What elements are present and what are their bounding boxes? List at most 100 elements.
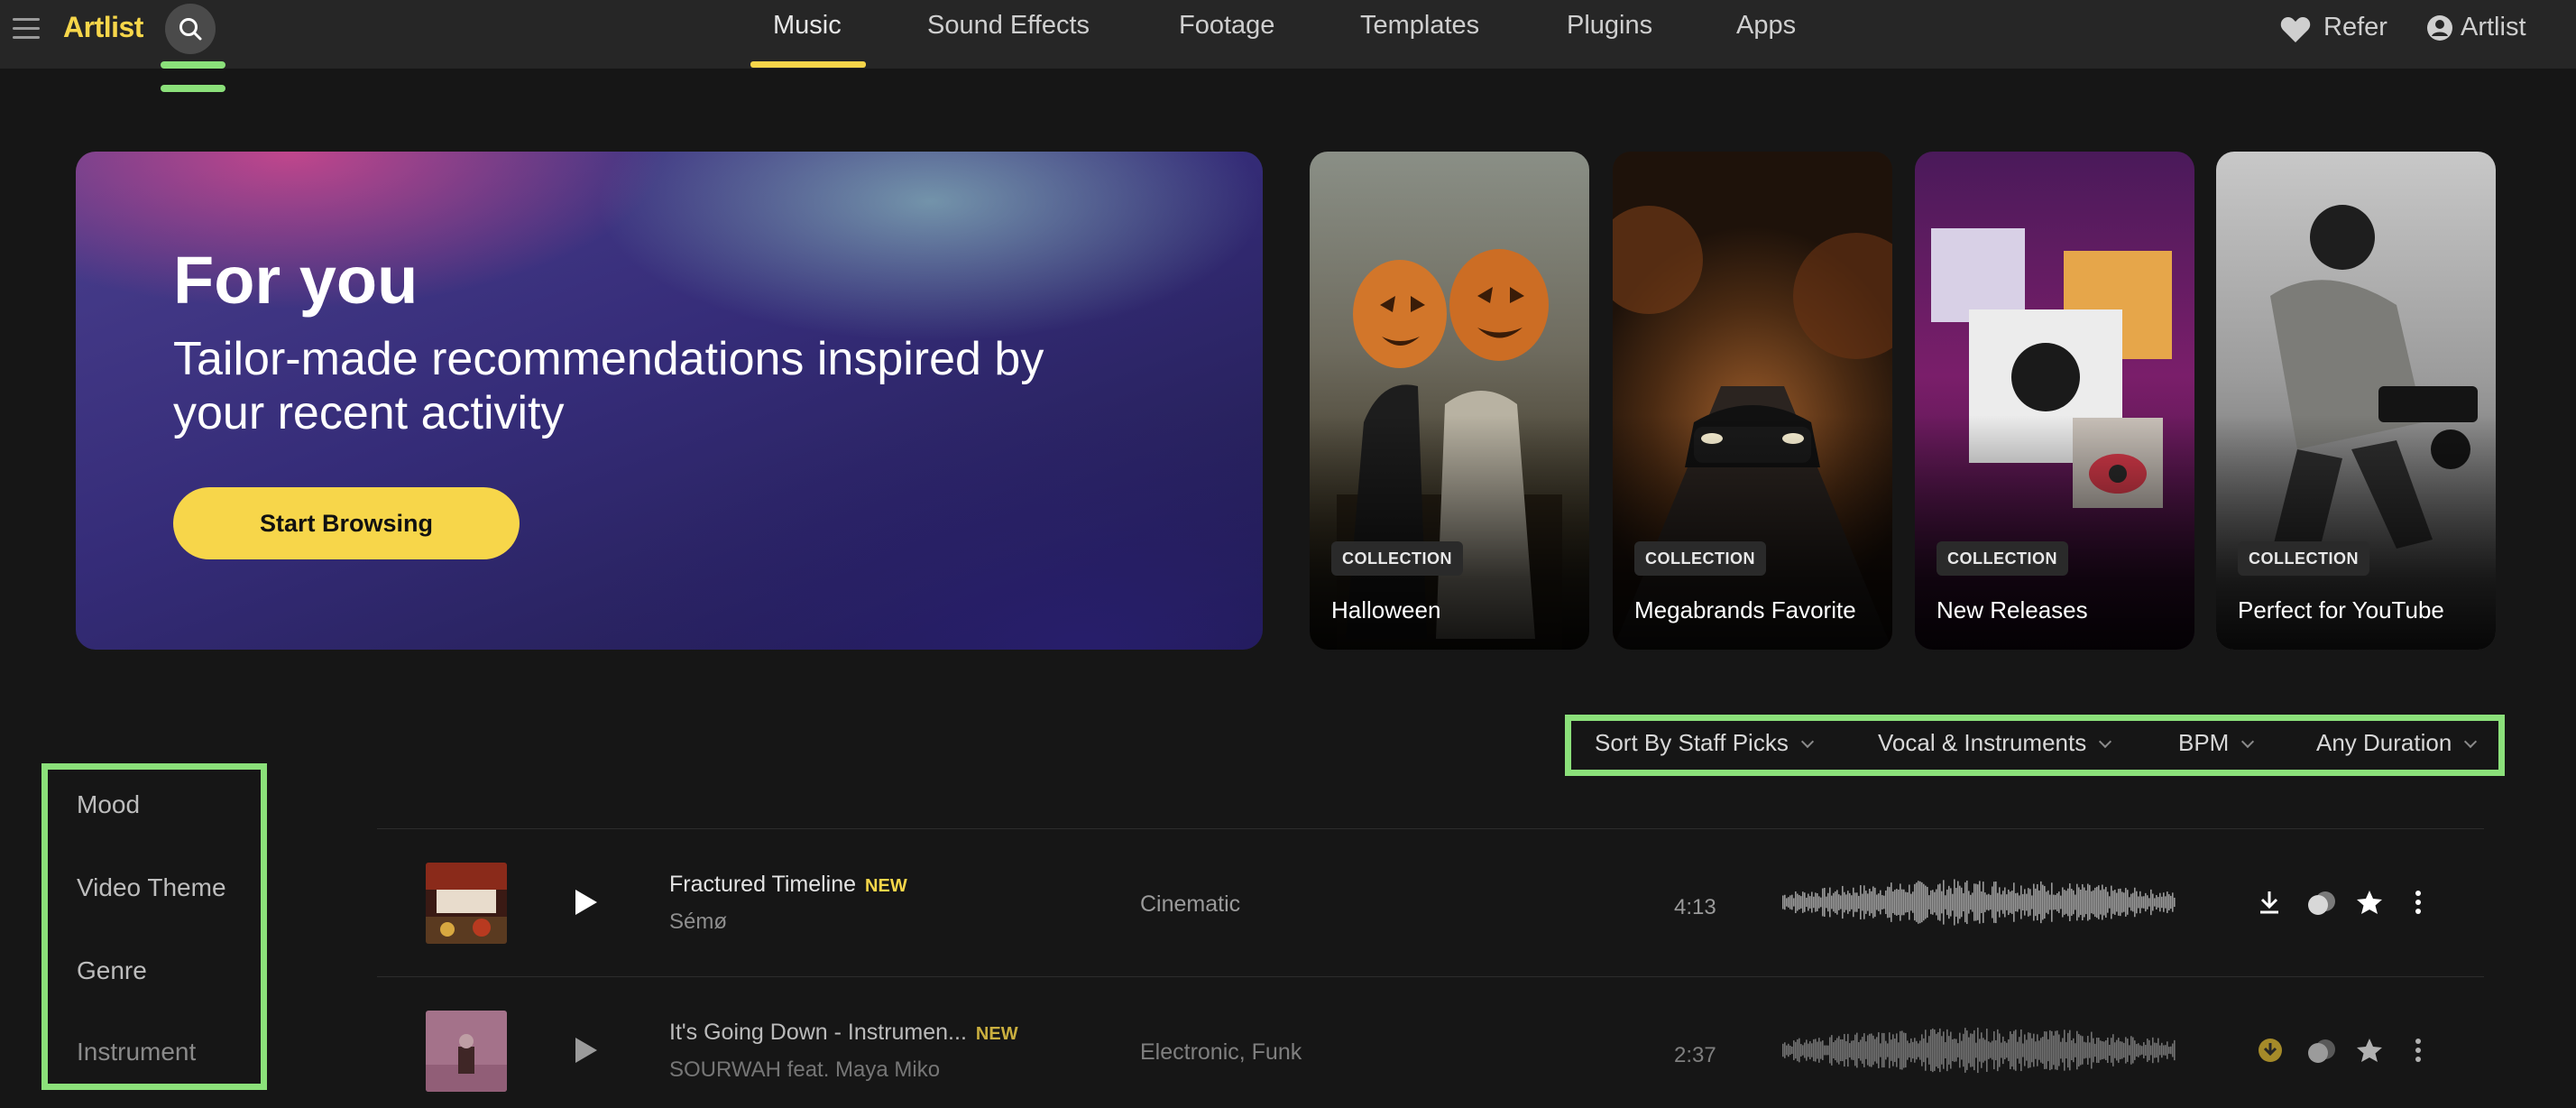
waveform-bar [2020,885,2022,919]
track-genre[interactable]: Electronic, Funk [1140,1039,1302,1066]
artlist-logo[interactable]: Artlist [63,11,143,44]
category-instrument[interactable]: Instrument [77,1038,196,1066]
bpm-dropdown[interactable]: BPM [2178,729,2255,757]
nav-plugins[interactable]: Plugins [1567,11,1652,41]
collection-card-new-releases[interactable]: COLLECTION New Releases [1915,152,2194,650]
waveform-bar [2091,891,2093,914]
waveform-bar [2060,1041,2062,1059]
collection-card-perfect-for-youtube[interactable]: COLLECTION Perfect for YouTube [2216,152,2496,650]
waveform-bar [1826,896,1827,909]
waveform-bar [1983,882,1984,923]
star-icon[interactable] [2356,1038,2383,1063]
waveform-bar [1829,887,1831,918]
vocal-instruments-dropdown[interactable]: Vocal & Instruments [1878,729,2112,757]
waveform-bar [2069,1030,2071,1071]
waveform-bar [1930,1030,1932,1071]
waveform-bar [1981,891,1983,913]
waveform-bar [2152,893,2154,911]
waveform-bar [1912,1041,1914,1059]
waveform-bar [2051,1030,2053,1070]
track-title[interactable]: It's Going Down - Instrumen... NEW [669,1020,1018,1046]
star-icon[interactable] [2356,890,2383,915]
downloaded-icon[interactable] [2258,1038,2283,1063]
waveform-bar [1891,1039,1892,1061]
waveform-bar [2020,1029,2022,1072]
category-video-theme[interactable]: Video Theme [77,873,226,902]
waveform-bar [1797,1039,1799,1062]
waveform-bar [1919,1040,1921,1060]
play-icon[interactable] [574,888,599,917]
waveform-bar [1936,889,1937,916]
track-artist[interactable]: Sémø [669,909,727,935]
waveform-bar [1999,887,2001,918]
category-mood[interactable]: Mood [77,790,140,819]
waveform[interactable] [1782,1023,2176,1077]
waveform-bar [1827,892,1829,912]
play-icon[interactable] [574,1036,599,1065]
waveform-bar [2053,1035,2055,1066]
waveform-bar [1844,891,1845,913]
download-icon[interactable] [2258,890,2281,915]
waveform-bar [2112,1034,2114,1066]
waveform-bar [1800,1044,1802,1057]
more-options-icon[interactable] [2414,1038,2423,1063]
waveform-bar [1872,886,1874,919]
collection-card-halloween[interactable]: COLLECTION Halloween [1310,152,1589,650]
sort-dropdown[interactable]: Sort By Staff Picks [1595,729,1814,757]
waveform-bar [2161,1042,2163,1058]
track-artwork [426,1011,507,1092]
waveform-bar [2055,1030,2056,1070]
start-browsing-button[interactable]: Start Browsing [173,487,520,559]
waveform-bar [2167,1041,2168,1059]
waveform-bar [1809,896,1811,909]
track-genre[interactable]: Cinematic [1140,891,1240,918]
duration-dropdown[interactable]: Any Duration [2316,729,2478,757]
waveform-bar [2084,887,2085,918]
search-button[interactable] [165,4,216,54]
waveform-bar [2163,1045,2165,1056]
category-genre[interactable]: Genre [77,956,147,985]
waveform-bar [1889,887,1891,918]
waveform-bar [1968,891,1970,914]
menu-icon[interactable] [13,18,40,42]
nav-templates[interactable]: Templates [1360,11,1479,41]
waveform-bar [1972,892,1973,912]
more-options-icon[interactable] [2414,890,2423,915]
waveform-bar [1883,1032,1885,1068]
waveform-bar [1851,895,1853,909]
account-menu[interactable]: Artlist [2461,13,2526,42]
track-title[interactable]: Fractured Timeline NEW [669,872,907,898]
waveform-bar [2037,1034,2038,1066]
waveform-bar [2006,894,2008,910]
waveform-bar [1833,892,1835,912]
waveform-bar [2033,1033,2035,1067]
waveform-bar [2064,890,2065,915]
collection-badge: COLLECTION [2238,541,2369,576]
waveform-bar [2168,893,2170,911]
duration-label: Any Duration [2316,729,2452,756]
nav-apps[interactable]: Apps [1736,11,1796,41]
track-artist[interactable]: SOURWAH feat. Maya Miko [669,1057,940,1083]
top-bar: Artlist Music Sound Effects Footage Temp… [0,0,2576,69]
waveform-bar [2141,896,2143,909]
waveform-bar [2121,1041,2123,1059]
nav-footage[interactable]: Footage [1179,11,1274,41]
waveform-bar [2029,889,2031,916]
waveform-bar [2010,891,2011,913]
similar-tracks-icon[interactable] [2307,1038,2336,1065]
waveform-bar [2024,1034,2026,1066]
waveform-bar [2116,892,2118,912]
collection-card-megabrands-favorite[interactable]: COLLECTION Megabrands Favorite [1613,152,1892,650]
waveform-bar [2089,1042,2091,1058]
similar-tracks-icon[interactable] [2307,890,2336,917]
waveform-bar [1808,893,1809,911]
waveform-bar [1784,1042,1786,1058]
waveform-bar [1900,1030,1901,1070]
nav-sound-effects[interactable]: Sound Effects [927,11,1090,41]
waveform-bar [1869,1033,1871,1067]
refer-link[interactable]: Refer [2323,13,2387,42]
nav-music[interactable]: Music [773,11,842,41]
waveform-bar [2132,1037,2134,1064]
waveform[interactable] [1782,875,2176,929]
waveform-bar [1963,892,1964,912]
